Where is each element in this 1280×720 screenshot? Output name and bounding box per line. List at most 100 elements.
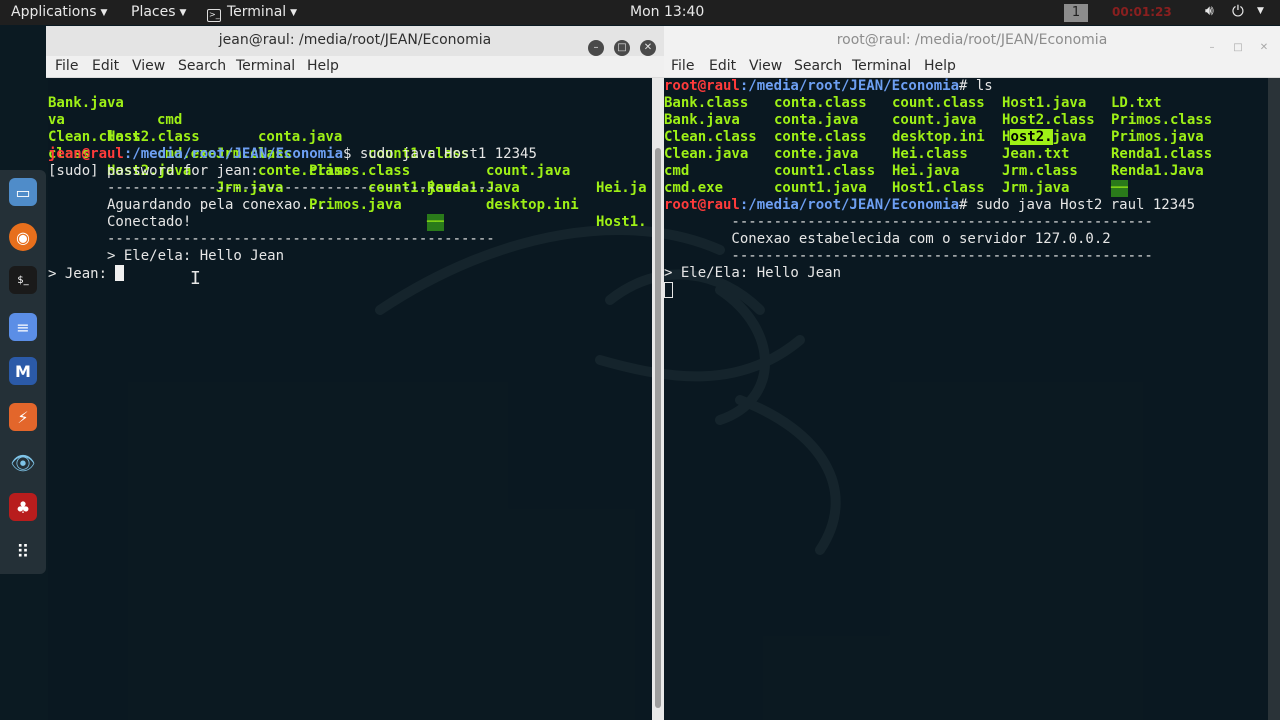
terminal-window-left[interactable]: jean@raul: /media/root/JEAN/Economia – □ ✕… [46,26,664,720]
menu-view[interactable]: View [132,58,165,74]
close-icon[interactable]: ✕ [640,40,656,56]
file-name: Jrm.java [1002,180,1070,196]
menu-file[interactable]: File [671,58,694,74]
prompt-line: root@raul:/media/root/JEAN/Economia# sud… [664,197,1196,213]
file-name: Host1.class [892,180,985,196]
text-cursor [115,265,125,281]
text-editor-icon[interactable]: ≡ [9,313,37,341]
menu-search[interactable]: Search [178,58,226,74]
output-line: Conexao estabelecida com o servidor 127.… [664,231,1111,247]
workspace-indicator[interactable]: 1 [1064,4,1088,22]
i-beam-cursor-icon: I [190,268,201,289]
terminal-output[interactable]: Bank.java cmd conta.java count1.class co… [48,78,652,720]
menu-edit[interactable]: Edit [709,58,736,74]
file-name: conta.class [774,95,867,111]
output-line: Clean.class cmd.exe conte.class count1.j… [48,129,647,230]
file-name: ── [1111,180,1128,197]
terminal-icon: >_ [207,9,221,22]
output-line: ----------------------------------------… [48,180,495,196]
file-name: LD.txt [1111,95,1162,111]
file-name: Host2.class [1002,112,1095,128]
file-name: count.class [892,95,985,111]
clock[interactable]: Mon 13:40 [630,4,704,20]
file-name: cmd [664,163,690,179]
menu-terminal[interactable]: Terminal [852,58,911,74]
menu-view[interactable]: View [749,58,782,74]
output-line: Aguardando pela conexao... [48,197,327,213]
window-title: root@raul: /media/root/JEAN/Economia [836,32,1108,48]
terminal-icon[interactable]: $_ [9,266,37,294]
terminal-app-menu[interactable]: >_ Terminal ▼ [207,4,297,22]
input-line[interactable] [664,282,673,299]
file-name: Jrm.class [1002,163,1078,179]
file-name: Host1.java [1002,95,1087,111]
terminal-window-right[interactable]: root@raul: /media/root/JEAN/Economia – □ ✕… [664,26,1280,720]
applications-label: Applications [11,4,97,20]
eye-icon[interactable]: 👁︎ [9,449,37,477]
file-name: Clean.class [664,129,757,145]
power-icon[interactable]: ⏻ [1232,2,1244,20]
file-name: conta.java [774,112,859,128]
menu-file[interactable]: File [55,58,78,74]
file-name: Hei.class [892,146,968,162]
file-name: Host2.java [1002,129,1087,145]
text-selection[interactable]: ost2. [1010,129,1053,145]
chevron-down-icon: ▼ [100,8,108,18]
menu-help[interactable]: Help [307,58,339,74]
applications-menu[interactable]: Applications ▼ [11,4,107,20]
minimize-icon[interactable]: – [588,40,604,56]
cherrytree-icon[interactable]: ♣ [9,493,37,521]
output-line: [sudo] password for jean: [48,163,259,179]
maximize-icon[interactable]: □ [1230,40,1246,56]
prompt-line: jean@raul:/media/root/JEAN/Economia$ sud… [48,146,537,162]
file-name: Primos.class [1111,112,1213,128]
scrollbar[interactable] [652,78,664,720]
chevron-down-icon[interactable]: ▼ [1257,6,1264,16]
input-line[interactable]: > Jean: [48,265,125,282]
file-name: cmd.exe [664,180,724,196]
menu-bar: File Edit View Search Terminal Help [46,56,664,78]
file-name: conte.class [774,129,867,145]
output-line: class Host2.java Jrm.java Primos.java ── [48,146,444,231]
file-name: Clean.java [664,146,749,162]
dock: ▭ ◉ $_ ≡ M ⚡ 👁︎ ♣ ⠿ [0,170,46,574]
window-titlebar[interactable]: root@raul: /media/root/JEAN/Economia – □ ✕ [664,26,1280,56]
output-line: > Ele/Ela: Hello Jean [664,265,842,281]
metasploit-icon[interactable]: M [9,357,37,385]
recording-indicator[interactable]: 00:01:23 [1112,5,1172,19]
file-name: Bank.class [664,95,749,111]
app-grid-icon[interactable]: ⠿ [9,538,37,566]
minimize-icon[interactable]: – [1204,40,1220,56]
menu-search[interactable]: Search [794,58,842,74]
scroll-thumb[interactable] [655,148,661,708]
places-menu[interactable]: Places ▼ [131,4,186,20]
firefox-icon[interactable]: ◉ [9,223,37,251]
output-line: Conectado! [48,214,192,230]
output-line: > Ele/ela: Hello Jean [48,248,285,264]
output-line: va Host2.class Jrm.class Primos.class Re… [48,112,520,196]
menu-edit[interactable]: Edit [92,58,119,74]
places-label: Places [131,4,176,20]
output-line: ----------------------------------------… [48,231,495,247]
menu-bar: File Edit View Search Terminal Help [664,56,1280,78]
terminal-label: Terminal [227,4,287,20]
file-name: Jean.txt [1002,146,1070,162]
window-titlebar[interactable]: jean@raul: /media/root/JEAN/Economia – □ ✕ [46,26,664,56]
file-manager-icon[interactable]: ▭ [9,178,37,206]
terminal-output[interactable]: root@raul:/media/root/JEAN/Economia# ls … [664,78,1268,720]
file-name: count.java [892,112,977,128]
menu-terminal[interactable]: Terminal [236,58,295,74]
file-name: Renda1.Java [1111,163,1204,179]
scrollbar[interactable] [1268,78,1280,720]
maximize-icon[interactable]: □ [614,40,630,56]
output-line: Bank.java cmd conta.java count1.class co… [48,95,647,196]
file-name: count1.class [774,163,876,179]
text-cursor [664,282,673,298]
close-icon[interactable]: ✕ [1256,40,1272,56]
file-name: Hei.java [892,163,960,179]
menu-help[interactable]: Help [924,58,956,74]
burpsuite-icon[interactable]: ⚡ [9,403,37,431]
speaker-icon[interactable]: 🔊︎ [1205,3,1214,19]
top-panel: Applications ▼ Places ▼ >_ Terminal ▼ Mon 13… [0,0,1280,25]
file-name: count1.java [774,180,867,196]
